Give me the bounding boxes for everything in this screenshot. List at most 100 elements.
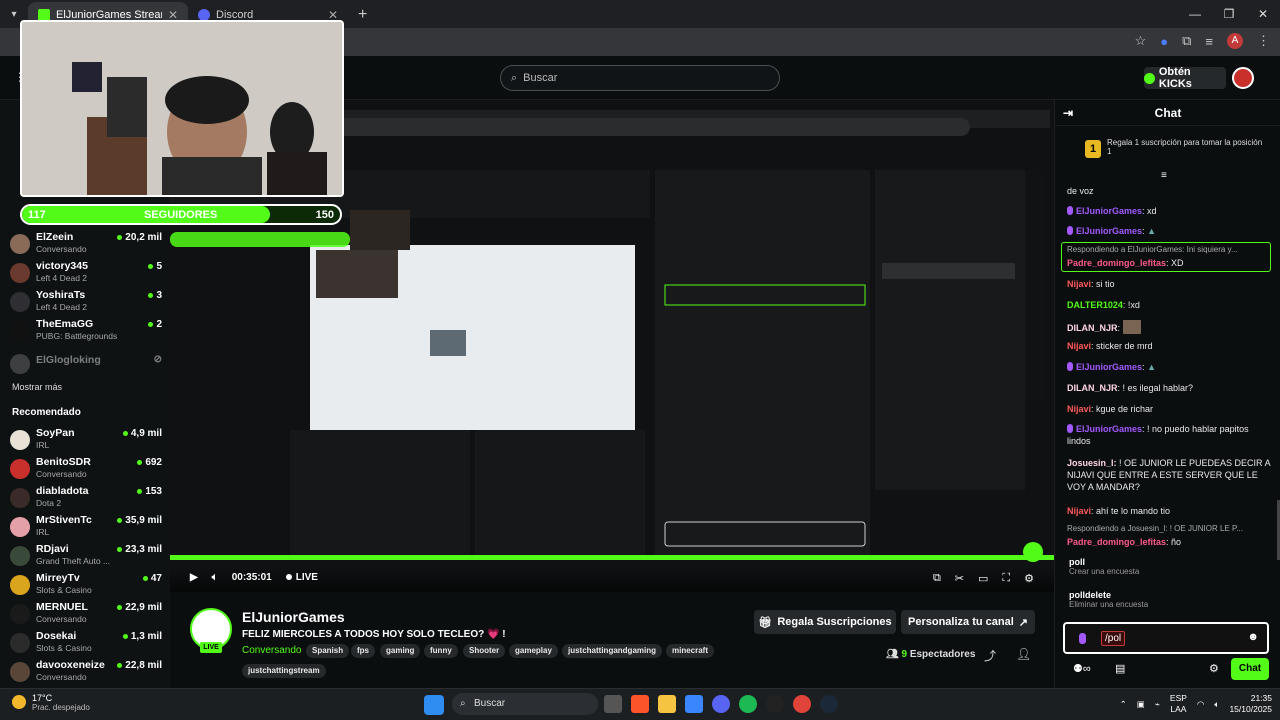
viewer-count: 2: [148, 319, 162, 330]
extension-icon[interactable]: ●: [1160, 34, 1168, 49]
avatar: [10, 488, 30, 508]
tray-app-icon[interactable]: ▣: [1137, 699, 1145, 710]
gift-leaderboard[interactable]: 1 Regala 1 suscripción para tomar la pos…: [1085, 138, 1265, 158]
sidebar-item-following[interactable]: YoshiraTs Left 4 Dead 2 3: [10, 288, 162, 316]
sidebar-item-recommended[interactable]: Dosekai Slots & Casino 1,3 mil: [10, 629, 162, 657]
fullscreen-icon[interactable]: ⛶: [1002, 572, 1010, 585]
sidebar-item-recommended[interactable]: BenitoSDR Conversando 692: [10, 455, 162, 483]
customize-channel-button[interactable]: Personaliza tu canal ↗: [901, 610, 1035, 634]
channel-name: MERNUEL: [36, 601, 88, 613]
language-indicator[interactable]: ESP LAA: [1170, 693, 1187, 715]
offline-icon: ⊘: [153, 354, 162, 365]
close-window-icon[interactable]: ✕: [1246, 0, 1280, 28]
tag[interactable]: Spanish: [306, 644, 350, 658]
get-kicks-button[interactable]: Obtén KICKs: [1144, 66, 1226, 90]
extensions-puzzle-icon[interactable]: ⧉: [1182, 33, 1191, 49]
network-icon[interactable]: ⌁: [1155, 699, 1160, 710]
sidebar-item-recommended[interactable]: diabladota Dota 2 153: [10, 484, 162, 512]
channel-category: Slots & Casino: [36, 643, 92, 653]
sidebar-item-recommended[interactable]: RDjavi Grand Theft Auto ... 23,3 mil: [10, 542, 162, 570]
sidebar-item-following[interactable]: TheEmaGG PUBG: Battlegrounds 2: [10, 317, 162, 345]
volume-tray-icon[interactable]: 🔈︎: [1214, 699, 1219, 710]
discord-icon[interactable]: [712, 695, 730, 713]
add-user-icon[interactable]: 👤︎: [1016, 647, 1031, 661]
picture-in-picture-icon[interactable]: ⧉: [933, 572, 941, 585]
weather-widget[interactable]: 17°C Prac. despejado: [12, 693, 90, 712]
reading-list-icon[interactable]: ≡: [1205, 34, 1213, 49]
store-icon[interactable]: ▤: [1115, 662, 1125, 675]
tag[interactable]: fps: [351, 644, 375, 658]
play-icon[interactable]: ▶: [190, 572, 198, 583]
tag[interactable]: justchattingstream: [242, 664, 326, 678]
windows-start-icon[interactable]: [424, 695, 444, 715]
rank-medal-icon: 1: [1085, 140, 1101, 158]
sidebar-item-recommended[interactable]: MrStivenTc IRL 35,9 mil: [10, 513, 162, 541]
kicks-gift-icon[interactable]: ⚉∞: [1073, 662, 1091, 675]
tray-chevron-icon[interactable]: ⌃: [1120, 699, 1127, 710]
channel-name[interactable]: ElJuniorGames: [242, 609, 345, 625]
task-view-icon[interactable]: [604, 695, 622, 713]
brave-icon[interactable]: [631, 695, 649, 713]
maximize-icon[interactable]: ❐: [1212, 0, 1246, 28]
reply-context[interactable]: Respondiendo a Josuesin_l: ! OE JUNIOR L…: [1067, 524, 1267, 533]
sidebar-item-recommended[interactable]: MERNUEL Conversando 22,9 mil: [10, 600, 162, 628]
search-input[interactable]: ⌕ Buscar: [500, 65, 780, 91]
spotify-icon[interactable]: [739, 695, 757, 713]
avatar: [10, 430, 30, 450]
tag[interactable]: gameplay: [509, 644, 558, 658]
minimize-icon[interactable]: —: [1178, 0, 1212, 28]
tag[interactable]: justchattingandgaming: [562, 644, 662, 658]
tag[interactable]: minecraft: [666, 644, 715, 658]
channel-category: Conversando: [36, 672, 87, 682]
user-avatar[interactable]: [1232, 67, 1254, 89]
send-chat-button[interactable]: Chat: [1231, 658, 1269, 680]
store-app-icon[interactable]: [685, 695, 703, 713]
chat-input[interactable]: /pol ☻: [1063, 622, 1269, 654]
profile-avatar-icon[interactable]: A: [1227, 33, 1243, 49]
sidebar-item-recommended[interactable]: davooxeneize Conversando 22,8 mil: [10, 658, 162, 686]
taskbar-search-input[interactable]: ⌕ Buscar: [452, 693, 598, 715]
new-tab-icon[interactable]: +: [348, 2, 377, 28]
file-explorer-icon[interactable]: [658, 695, 676, 713]
tag[interactable]: Shooter: [463, 644, 506, 658]
share-icon[interactable]: ⤴: [984, 647, 996, 664]
chat-settings-gear-icon[interactable]: ⚙: [1209, 662, 1219, 675]
chevron-down-icon[interactable]: ≡: [1161, 170, 1167, 181]
search-icon: ⌕: [460, 698, 466, 709]
settings-gear-icon[interactable]: ⚙: [1024, 572, 1034, 585]
chat-message: Nijavi: ahí te lo mando tio: [1067, 506, 1171, 516]
volume-icon[interactable]: 🔈︎: [212, 572, 218, 583]
sidebar-item-following[interactable]: ElZeein Conversando 20,2 mil: [10, 230, 162, 258]
tag[interactable]: gaming: [380, 644, 421, 658]
collapse-chat-icon[interactable]: ⇥: [1063, 100, 1073, 126]
steam-icon[interactable]: [820, 695, 838, 713]
chat-message: DALTER1024: !xd: [1067, 300, 1140, 310]
kicks-coin-icon: [1144, 72, 1155, 84]
show-more-link[interactable]: Mostrar más: [12, 382, 62, 392]
wifi-icon[interactable]: ◠: [1197, 699, 1204, 710]
video-progress-bar[interactable]: [170, 557, 1054, 560]
clock[interactable]: 21:35 15/10/2025: [1229, 693, 1272, 715]
reply-context[interactable]: Respondiendo a ElJuniorGames: Ini siquie…: [1067, 245, 1267, 254]
obs-icon[interactable]: [766, 695, 784, 713]
sidebar-item-recommended[interactable]: SoyPan IRL 4,9 mil: [10, 426, 162, 454]
menu-kebab-icon[interactable]: ⋮: [1257, 33, 1270, 49]
stream-category[interactable]: Conversando: [242, 645, 301, 656]
chrome-icon[interactable]: [793, 695, 811, 713]
viewers-icon: 👥︎: [886, 649, 899, 660]
channel-category: Left 4 Dead 2: [36, 302, 88, 312]
command-suggestion-polldelete[interactable]: polldelete Eliminar una encuesta: [1069, 590, 1148, 609]
sidebar-item-offline[interactable]: ElGlogloking ⊘: [10, 350, 162, 378]
theater-mode-icon[interactable]: ▭: [978, 572, 988, 585]
avatar: [10, 292, 30, 312]
bookmark-star-icon[interactable]: ☆: [1135, 33, 1147, 49]
clip-icon[interactable]: ✂: [955, 572, 964, 585]
tag[interactable]: funny: [424, 644, 458, 658]
gift-subscriptions-button[interactable]: 🎁︎ Regala Suscripciones: [754, 610, 896, 634]
emoji-icon[interactable]: ☻: [1247, 631, 1259, 643]
sidebar-item-following[interactable]: victory345 Left 4 Dead 2 5: [10, 259, 162, 287]
sidebar-item-recommended[interactable]: MirreyTv Slots & Casino 47: [10, 571, 162, 599]
player-time: 00:35:01: [231, 572, 272, 583]
command-suggestion-poll[interactable]: poll Crear una encuesta: [1069, 557, 1139, 576]
viewer-count: 👥︎ 9 Espectadores: [886, 649, 976, 660]
